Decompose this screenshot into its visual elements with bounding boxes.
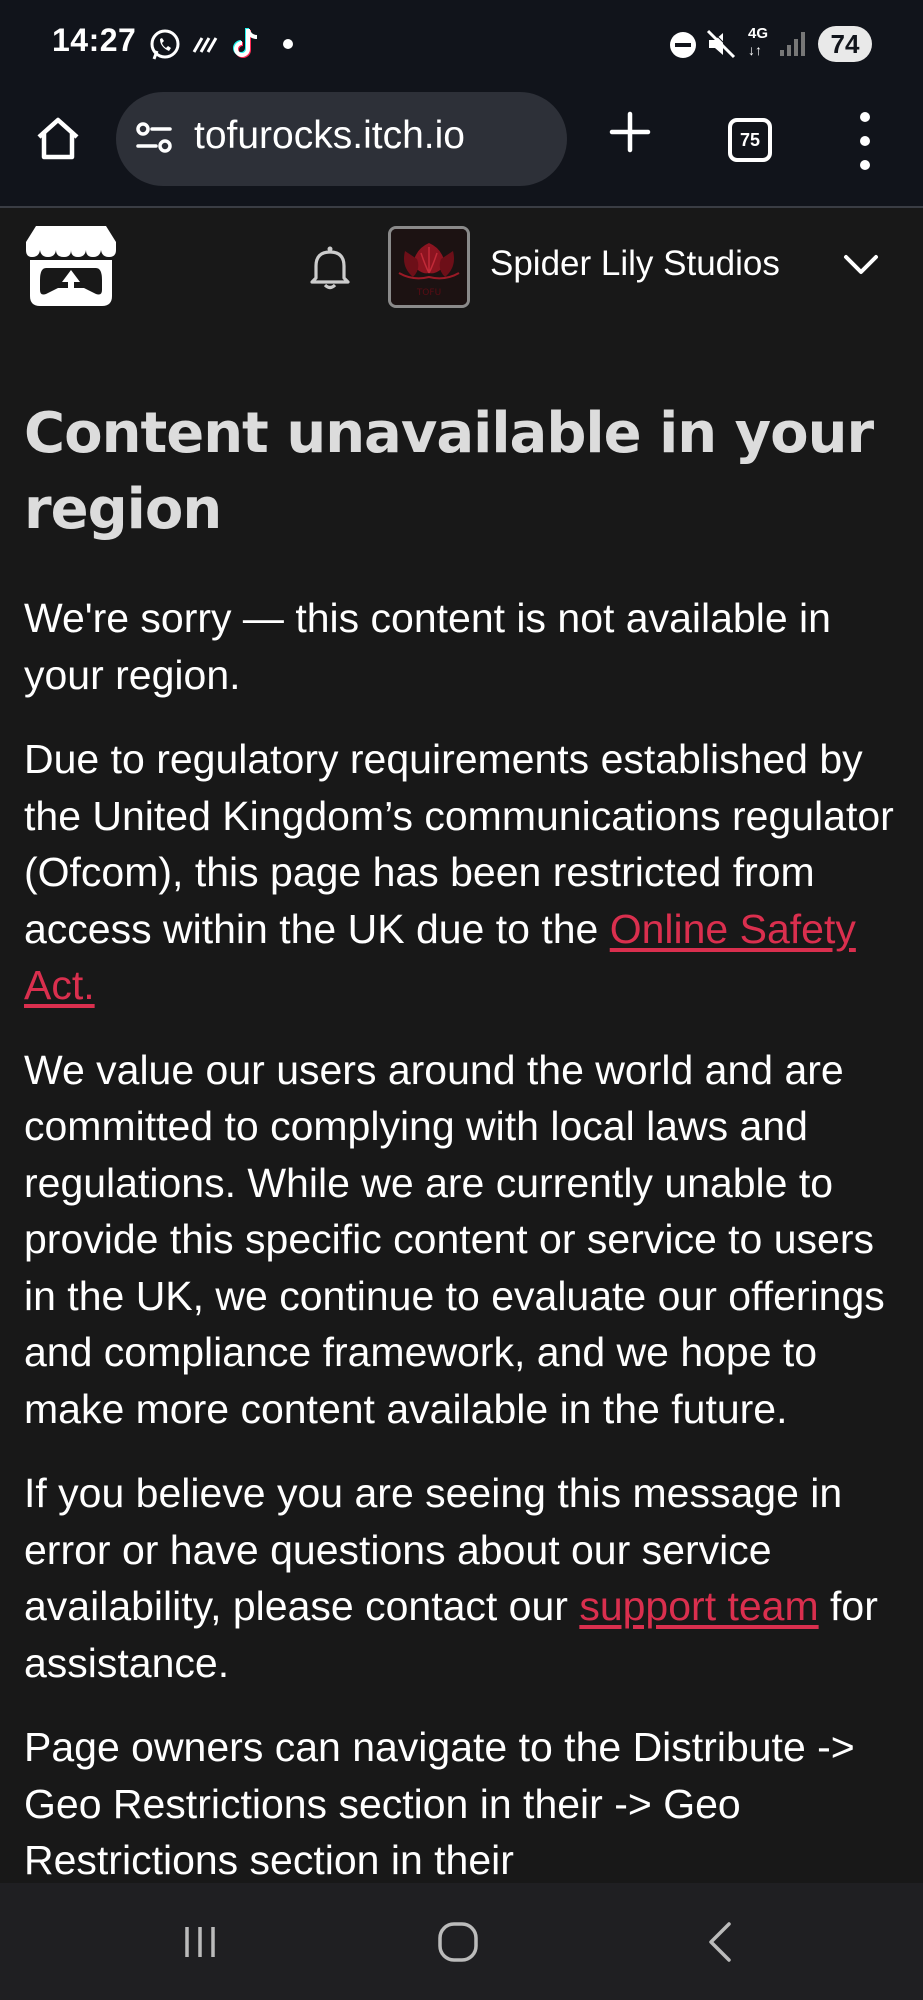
back-button[interactable]	[690, 1883, 750, 2000]
menu-dot	[860, 160, 870, 170]
home-icon	[37, 117, 79, 160]
notification-dot-icon	[283, 39, 293, 49]
notifications-bell-icon[interactable]	[308, 244, 352, 290]
page-title: Content unavailable in your region	[24, 401, 874, 542]
spider-lily-logo-icon: TOFU	[391, 229, 467, 305]
recents-button[interactable]	[170, 1883, 230, 2000]
plus-icon	[609, 111, 651, 153]
system-navigation-bar	[0, 1883, 923, 2000]
url-text: tofurocks.itch.io	[194, 114, 465, 157]
contact-paragraph: If you believe you are seeing this messa…	[24, 1465, 904, 1691]
more-menu-button[interactable]	[850, 112, 880, 170]
recents-icon	[185, 1926, 215, 1957]
studio-avatar[interactable]: TOFU	[388, 226, 470, 308]
data-saver-icon	[192, 37, 218, 53]
menu-dot	[860, 112, 870, 122]
back-icon	[709, 1921, 731, 1962]
site-settings-icon	[136, 122, 172, 153]
tiktok-icon	[233, 28, 258, 58]
regulation-paragraph: Due to regulatory requirements establish…	[24, 731, 904, 1014]
page-owners-paragraph: Page owners can navigate to the Distribu…	[24, 1724, 855, 1883]
status-bar: 14:27 4G ↓↑ 74	[0, 0, 923, 90]
whatsapp-icon	[150, 29, 180, 60]
avatar-text: TOFU	[416, 288, 441, 298]
menu-dot	[860, 136, 870, 146]
address-bar[interactable]: tofurocks.itch.io	[116, 92, 567, 186]
battery-indicator: 74	[818, 26, 872, 62]
signal-icon	[780, 32, 805, 56]
support-team-link[interactable]: support team	[579, 1583, 818, 1629]
sorry-paragraph: We're sorry — this content is not availa…	[24, 595, 831, 698]
browser-toolbar: tofurocks.itch.io 75	[0, 90, 923, 207]
dnd-icon	[670, 32, 696, 58]
tab-switcher-button[interactable]: 75	[728, 118, 772, 162]
chevron-down-icon[interactable]	[842, 252, 880, 278]
mute-icon	[706, 28, 737, 59]
itch-io-logo-icon[interactable]	[24, 224, 118, 308]
site-header: TOFU Spider Lily Studios	[0, 208, 923, 318]
browser-chrome: 14:27 4G ↓↑ 74 tofurocks.itch.io 75	[0, 0, 923, 208]
commitment-paragraph: We value our users around the world and …	[24, 1046, 885, 1432]
home-nav-button[interactable]	[428, 1883, 488, 2000]
home-circle-icon	[438, 1921, 478, 1962]
studio-name[interactable]: Spider Lily Studios	[490, 244, 780, 284]
network-type: 4G ↓↑	[748, 25, 769, 59]
status-time: 14:27	[52, 22, 137, 58]
home-button[interactable]	[30, 110, 86, 166]
new-tab-button[interactable]	[604, 106, 656, 158]
main-content: Content unavailable in your region We're…	[24, 396, 904, 1889]
